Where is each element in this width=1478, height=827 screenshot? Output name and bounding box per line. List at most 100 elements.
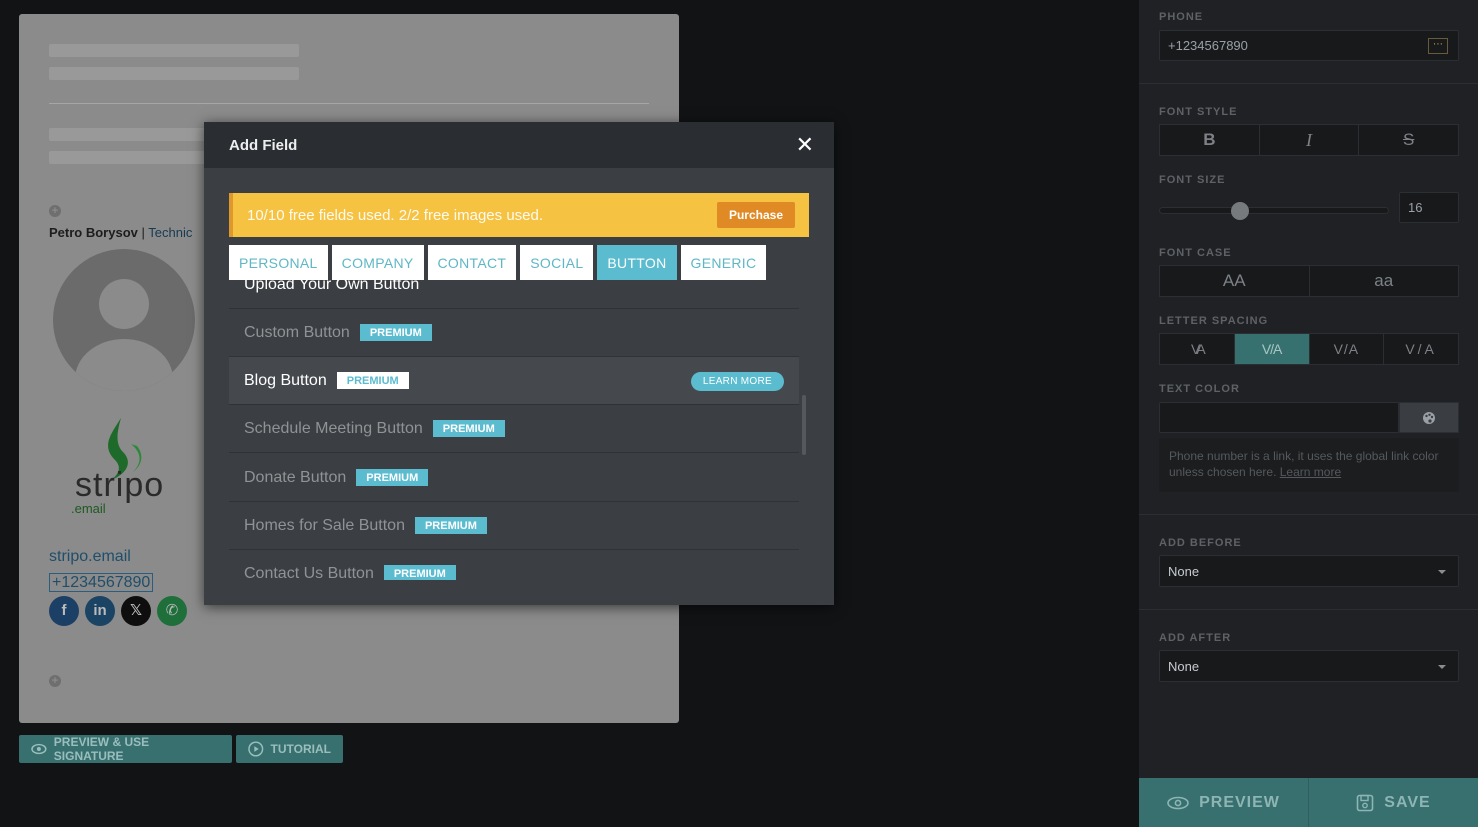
usage-limit-banner: 10/10 free fields used. 2/2 free images … xyxy=(229,193,809,237)
list-item-label: Homes for Sale Button xyxy=(244,516,405,534)
list-item-label: Schedule Meeting Button xyxy=(244,419,423,437)
field-settings-panel: PHONE +1234567890 ⋯ FONT STYLE B I S FON… xyxy=(1139,0,1478,827)
font-size-input[interactable]: 16 xyxy=(1399,192,1459,223)
premium-badge: PREMIUM xyxy=(356,469,429,486)
color-picker-button[interactable] xyxy=(1399,402,1459,433)
font-size-slider-handle[interactable] xyxy=(1231,202,1249,220)
eye-icon xyxy=(1167,796,1189,809)
letter-spacing-label: LETTER SPACING xyxy=(1159,315,1269,327)
add-after-label: ADD AFTER xyxy=(1159,632,1232,644)
divider xyxy=(1139,609,1478,610)
placeholder-line xyxy=(49,151,209,164)
avatar-head-icon xyxy=(99,279,149,329)
add-before-select[interactable]: None xyxy=(1159,555,1459,587)
placeholder-line xyxy=(49,67,299,80)
signature-name-line[interactable]: Petro Borysov | Technic xyxy=(49,225,192,240)
play-icon xyxy=(248,741,264,757)
premium-badge: PREMIUM xyxy=(359,324,432,341)
learn-more-link[interactable]: Learn more xyxy=(1280,465,1341,479)
list-item-label: Custom Button xyxy=(244,323,350,341)
premium-badge: PREMIUM xyxy=(383,565,456,580)
font-style-group: B I S xyxy=(1159,124,1459,156)
facebook-icon[interactable]: f xyxy=(49,596,79,626)
list-item-contact-us-button[interactable]: Contact Us Button PREMIUM xyxy=(229,550,799,580)
letter-spacing-group: VA V/A V/A V/A xyxy=(1159,333,1459,365)
keypad-icon[interactable]: ⋯ xyxy=(1428,38,1448,54)
list-item-label: Donate Button xyxy=(244,468,347,486)
italic-button[interactable]: I xyxy=(1260,125,1360,155)
learn-more-button[interactable]: LEARN MORE xyxy=(690,372,784,391)
list-item-custom-button[interactable]: Custom Button PREMIUM xyxy=(229,309,799,357)
banner-text: 10/10 free fields used. 2/2 free images … xyxy=(247,206,544,224)
x-icon[interactable]: 𝕏 xyxy=(121,596,151,626)
uppercase-button[interactable]: AA xyxy=(1160,266,1310,296)
font-size-slider-track[interactable] xyxy=(1159,207,1389,214)
panel-save-label: SAVE xyxy=(1384,793,1431,811)
tab-button[interactable]: BUTTON xyxy=(597,245,677,280)
list-item-upload-own-button[interactable]: Upload Your Own Button xyxy=(229,280,799,309)
tab-generic[interactable]: GENERIC xyxy=(680,245,767,280)
font-case-label: FONT CASE xyxy=(1159,247,1232,259)
text-color-label: TEXT COLOR xyxy=(1159,383,1240,395)
letter-spacing-tight-button[interactable]: VA xyxy=(1160,334,1235,364)
panel-save-button[interactable]: SAVE xyxy=(1309,778,1478,827)
preview-use-signature-label: PREVIEW & USE SIGNATURE xyxy=(53,735,150,763)
letter-spacing-wider-button[interactable]: V/A xyxy=(1384,334,1458,364)
phone-input[interactable]: +1234567890 ⋯ xyxy=(1159,30,1459,61)
tab-company[interactable]: COMPANY xyxy=(331,245,424,280)
panel-preview-button[interactable]: PREVIEW xyxy=(1139,778,1309,827)
tab-contact[interactable]: CONTACT xyxy=(427,245,517,280)
signature-website-link[interactable]: stripo.email xyxy=(49,548,131,566)
avatar[interactable] xyxy=(53,249,195,391)
chevron-down-icon xyxy=(1438,570,1446,574)
tab-social[interactable]: SOCIAL xyxy=(520,245,594,280)
chevron-down-icon xyxy=(1438,665,1446,669)
signature-separator: | xyxy=(137,225,149,240)
add-row-bottom-icon[interactable]: + xyxy=(49,675,61,687)
divider xyxy=(1139,514,1478,515)
purchase-button[interactable]: Purchase xyxy=(716,202,795,228)
list-item-homes-for-sale-button[interactable]: Homes for Sale Button PREMIUM xyxy=(229,502,799,550)
avatar-body-icon xyxy=(75,339,173,391)
list-item-label: Blog Button xyxy=(244,371,327,389)
modal-header: Add Field ✕ xyxy=(204,122,834,168)
letter-spacing-normal-button[interactable]: V/A xyxy=(1234,334,1310,364)
font-case-group: AA aa xyxy=(1159,265,1459,297)
signature-phone-link[interactable]: +1234567890 xyxy=(49,573,154,592)
premium-badge: PREMIUM xyxy=(336,372,409,389)
linkedin-icon[interactable]: in xyxy=(85,596,115,626)
list-item-blog-button[interactable]: Blog Button PREMIUM LEARN MORE xyxy=(229,357,799,405)
signature-title: Technic xyxy=(148,225,193,240)
premium-badge: PREMIUM xyxy=(432,420,505,437)
tutorial-label: TUTORIAL xyxy=(270,742,331,756)
close-icon[interactable]: ✕ xyxy=(796,134,814,156)
list-scrollbar[interactable] xyxy=(802,395,806,455)
palette-icon xyxy=(1423,411,1435,424)
add-after-select[interactable]: None xyxy=(1159,650,1459,682)
font-size-label: FONT SIZE xyxy=(1159,174,1226,186)
logo-text: stripo xyxy=(75,466,165,504)
add-before-value: None xyxy=(1168,563,1200,579)
divider xyxy=(1139,83,1478,84)
list-item-label: Upload Your Own Button xyxy=(244,280,420,293)
premium-badge: PREMIUM xyxy=(414,517,487,534)
tab-personal[interactable]: PERSONAL xyxy=(229,245,328,280)
add-row-top-icon[interactable]: + xyxy=(49,205,61,217)
placeholder-line xyxy=(49,128,209,141)
whatsapp-icon[interactable]: ✆ xyxy=(157,596,187,626)
list-item-label: Contact Us Button xyxy=(244,564,374,581)
text-color-input[interactable] xyxy=(1159,402,1399,433)
preview-use-signature-button[interactable]: PREVIEW & USE SIGNATURE xyxy=(19,735,232,763)
phone-link-note: Phone number is a link, it uses the glob… xyxy=(1159,438,1459,492)
tutorial-button[interactable]: TUTORIAL xyxy=(236,735,343,763)
field-category-tabs: PERSONAL COMPANY CONTACT SOCIAL BUTTON G… xyxy=(229,245,767,280)
phone-label: PHONE xyxy=(1159,11,1204,23)
strikethrough-button[interactable]: S xyxy=(1359,125,1458,155)
eye-icon xyxy=(31,743,47,755)
list-item-schedule-meeting-button[interactable]: Schedule Meeting Button PREMIUM xyxy=(229,405,799,453)
bold-button[interactable]: B xyxy=(1160,125,1260,155)
font-style-label: FONT STYLE xyxy=(1159,106,1238,118)
lowercase-button[interactable]: aa xyxy=(1310,266,1459,296)
list-item-donate-button[interactable]: Donate Button PREMIUM xyxy=(229,454,799,502)
letter-spacing-wide-button[interactable]: V/A xyxy=(1310,334,1385,364)
